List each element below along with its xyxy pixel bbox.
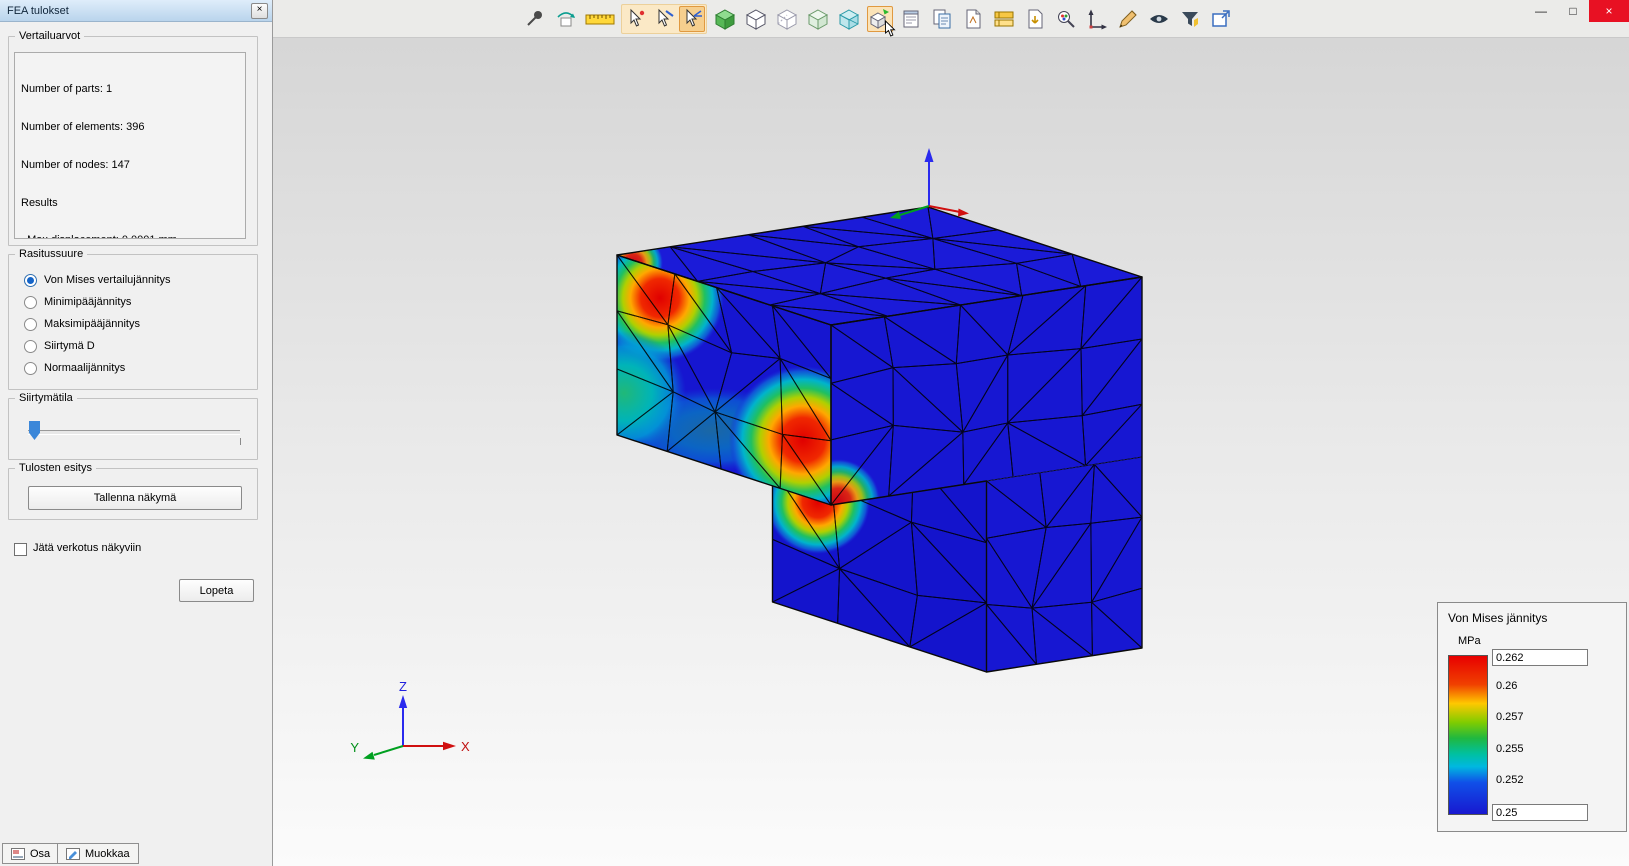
tab-muokkaa-label: Muokkaa [85,847,130,860]
report-table-icon[interactable] [898,6,924,32]
ucs-triad: Z X Y [350,679,470,760]
results-line: Max displacement: 0.0001 mm [21,234,245,238]
displacement-group: Siirtymätila [8,392,258,460]
orbit-icon[interactable] [553,6,579,32]
axes-icon[interactable] [1084,6,1110,32]
viewport-background[interactable]: Z X Y [272,38,1629,866]
minimize-button[interactable]: — [1525,0,1557,22]
tab-muokkaa[interactable]: Muokkaa [57,843,139,864]
radio-displacement[interactable]: Siirtymä D [24,338,95,354]
quit-button[interactable]: Lopeta [179,579,254,602]
z-axis-label: Z [399,679,407,694]
legend-colorbar [1448,655,1488,815]
pin-icon[interactable] [522,6,548,32]
quantity-group-label: Rasitussuure [15,248,88,260]
mouse-cursor [885,19,896,37]
radio-min-principal[interactable]: Minimipääjännitys [24,294,131,310]
legend-unit: MPa [1458,635,1481,647]
fea-results-panel: FEA tulokset × Vertailuarvot Number of p… [0,0,273,866]
x-axis-label: X [461,739,470,754]
orient-cube-icon[interactable] [867,5,896,37]
results-line: Number of elements: 396 [21,120,145,133]
slider-tick [240,438,241,445]
results-group-label: Vertailuarvot [15,30,85,42]
ghost-cube-icon[interactable] [805,6,831,32]
legend-tick: 0.26 [1496,680,1518,692]
new-window-icon[interactable] [1208,6,1234,32]
save-view-button[interactable]: Tallenna näkymä [28,486,242,510]
radio-dot [24,361,37,375]
snap-tool-group [621,3,707,34]
fea-model-mesh [617,207,1142,672]
tab-osa[interactable]: Osa [2,843,60,864]
panel-title: FEA tulokset [7,4,69,17]
radio-dot [24,295,37,309]
main-toolbar [272,0,1629,38]
displacement-group-label: Siirtymätila [15,392,77,404]
radio-dot [24,339,37,353]
tab-osa-label: Osa [30,847,51,860]
legend-tick: 0.255 [1496,743,1524,755]
displacement-slider[interactable] [28,430,240,435]
model-viewport[interactable]: Z X Y [272,38,1629,866]
keep-mesh-checkbox[interactable] [14,543,27,556]
dimension-icon[interactable] [1115,6,1141,32]
legend-max-input[interactable] [1492,649,1588,666]
hidden-line-cube-icon[interactable] [774,6,800,32]
maximize-button[interactable]: □ [1557,0,1589,22]
radio-dot [24,273,37,287]
radio-normal-stress[interactable]: Normaalijännitys [24,360,125,376]
application-window: — □ × Z X Y Von Mises jännitys MPa 0.262… [0,0,1629,866]
radio-dot [24,317,37,331]
transparent-cube-icon[interactable] [836,6,862,32]
legend-panel: Von Mises jännitys MPa 0.26 0.257 0.255 … [1437,602,1627,832]
results-text-box: Number of parts: 1 Number of elements: 3… [14,52,246,239]
legend-min-input[interactable] [1492,804,1588,821]
picker-icon[interactable] [1053,6,1079,32]
panel-close-icon[interactable]: × [251,2,268,19]
window-controls: — □ × [1525,0,1629,22]
panel-titlebar[interactable]: FEA tulokset × [0,0,272,22]
results-line: Results [21,196,58,209]
snap-angle-icon[interactable] [679,5,705,32]
snap-line-icon[interactable] [651,6,677,32]
ruler-icon[interactable] [584,6,616,32]
close-button[interactable]: × [1589,0,1629,22]
filter-icon[interactable] [1177,6,1203,32]
wireframe-cube-icon[interactable] [743,6,769,32]
radio-max-principal[interactable]: Maksimipääjännitys [24,316,140,332]
material-library-icon[interactable] [991,6,1017,32]
edit-icon [66,847,80,860]
legend-tick: 0.252 [1496,774,1524,786]
shaded-cube-icon[interactable] [712,6,738,32]
face-frontlow [986,457,1142,672]
output-group-label: Tulosten esitys [15,462,96,474]
results-line: Number of nodes: 147 [21,158,130,171]
drawing-sheet-icon[interactable] [960,6,986,32]
legend-tick: 0.257 [1496,711,1524,723]
report-copy-icon[interactable] [929,6,955,32]
legend-title: Von Mises jännitys [1448,611,1548,625]
export-icon[interactable] [1022,6,1048,32]
snap-point-icon[interactable] [623,6,649,32]
radio-von-mises[interactable]: Von Mises vertailujännitys [24,272,171,288]
results-line: Number of parts: 1 [21,83,113,96]
visibility-icon[interactable] [1146,6,1172,32]
part-icon [11,847,25,860]
keep-mesh-label: Jätä verkotus näkyviin [33,542,142,554]
y-axis-label: Y [350,740,359,755]
